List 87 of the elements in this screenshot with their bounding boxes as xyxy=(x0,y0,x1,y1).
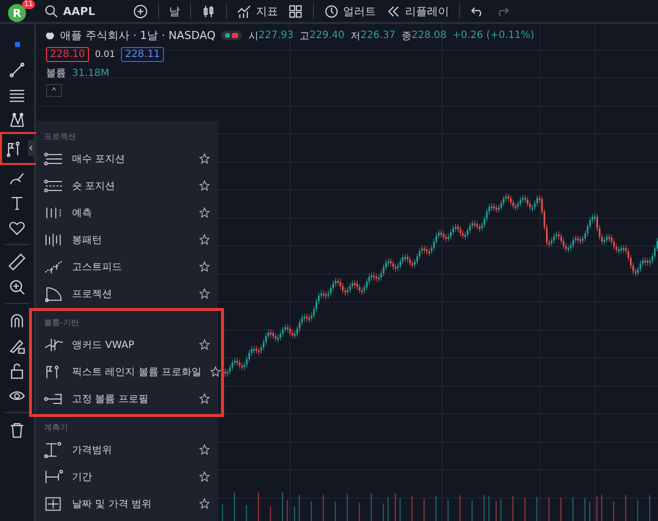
position-icon xyxy=(44,178,64,194)
buy-price[interactable]: 228.11 xyxy=(121,47,164,62)
menu-item-label: 매수 포지션 xyxy=(72,152,126,166)
apple-icon xyxy=(46,31,54,40)
section-header: 프로젝션 xyxy=(43,131,77,143)
date-range-icon xyxy=(44,468,64,484)
interval-button[interactable]: 날 xyxy=(169,4,180,18)
chart-type-button[interactable] xyxy=(201,4,216,18)
menu-item-label: 고스트피드 xyxy=(72,260,123,274)
sell-price[interactable]: 228.10 xyxy=(46,47,89,62)
menu-item[interactable]: 고스트피드 xyxy=(36,253,218,280)
alert-button[interactable]: 얼러트 xyxy=(324,4,376,18)
ohlc-label: 종 xyxy=(401,30,412,42)
star-icon[interactable] xyxy=(199,498,210,509)
volume-profile-icon xyxy=(44,390,64,406)
layout-button[interactable] xyxy=(288,4,304,18)
collapse-button[interactable]: ^ xyxy=(46,84,62,97)
rewind-icon xyxy=(386,4,402,18)
ohlc-label: 저 xyxy=(350,30,360,42)
star-icon[interactable] xyxy=(199,471,210,482)
star-icon[interactable] xyxy=(199,180,210,191)
ohlc-label: 시 xyxy=(248,30,258,42)
price-change: +0.26 (+0.11%) xyxy=(452,30,534,41)
star-icon[interactable] xyxy=(199,288,210,299)
indicators-button[interactable]: 지표 xyxy=(237,4,278,18)
ohlc-value: 227.93 xyxy=(258,30,294,41)
pattern-icon xyxy=(8,110,26,128)
ohlc-value: 226.37 xyxy=(360,30,396,41)
star-icon[interactable] xyxy=(199,444,210,455)
menu-item-label: 숏 포지션 xyxy=(72,180,116,192)
star-icon[interactable] xyxy=(199,339,210,350)
ghost-feed-icon xyxy=(44,258,64,274)
lock-icon xyxy=(8,362,26,380)
star-icon[interactable] xyxy=(199,153,210,164)
star-icon[interactable] xyxy=(199,261,210,272)
ruler-icon xyxy=(8,252,26,270)
menu-item[interactable]: 가격범위 xyxy=(36,436,218,463)
menu-item[interactable]: 앵커드 VWAP xyxy=(36,331,218,358)
grid-icon xyxy=(288,4,304,18)
symbol-title: 애플 주식회사 · 1날 · NASDAQ xyxy=(60,28,216,43)
menu-item-label: 기간 xyxy=(72,470,93,484)
menu-item[interactable]: 봉패턴 xyxy=(36,226,218,253)
search-icon xyxy=(44,4,59,18)
ohlc-value: 228.08 xyxy=(411,30,446,41)
volume-label: 볼륨 xyxy=(46,67,66,80)
star-icon[interactable] xyxy=(210,366,221,377)
add-symbol-button[interactable] xyxy=(133,4,148,18)
menu-item[interactable]: 픽스트 레인지 볼륨 프로화일 xyxy=(36,358,218,385)
section-header: 볼륨-기반 xyxy=(43,317,80,329)
alarm-clock-icon xyxy=(324,4,340,18)
star-icon[interactable] xyxy=(199,207,210,218)
menu-item-label: 앵커드 VWAP xyxy=(72,338,136,352)
spread: 0.01 xyxy=(95,50,116,60)
zoom-icon xyxy=(8,278,26,296)
menu-item[interactable]: 숏 포지션 xyxy=(36,172,218,199)
symbol-search[interactable]: AAPL xyxy=(44,4,96,18)
trash-icon xyxy=(8,420,26,438)
menu-item-label: 픽스트 레인지 볼륨 프로화일 xyxy=(72,366,202,378)
menu-item[interactable]: 프로젝션 xyxy=(36,280,218,307)
replay-button[interactable]: 리플레이 xyxy=(386,4,450,18)
menu-item-label: 봉패턴 xyxy=(72,234,103,246)
price-range-icon xyxy=(44,442,64,458)
candles-icon xyxy=(201,4,216,18)
star-icon[interactable] xyxy=(199,393,210,404)
menu-item[interactable]: 날짜 및 가격 범위 xyxy=(36,490,218,517)
plus-icon xyxy=(133,4,148,18)
menu-item[interactable]: 매수 포지션 xyxy=(36,145,218,172)
trendline-icon xyxy=(8,60,26,78)
arc-icon xyxy=(44,286,64,302)
menu-item-label: 날짜 및 가격 범위 xyxy=(72,498,153,510)
menu-item[interactable]: 기간 xyxy=(36,463,218,490)
star-icon[interactable] xyxy=(199,234,210,245)
menu-item-label: 고정 볼륨 프로필 xyxy=(72,392,150,406)
menu-item[interactable]: 예측 xyxy=(36,199,218,226)
market-status xyxy=(221,31,242,40)
vwap-icon xyxy=(44,336,64,352)
menu-item[interactable]: 고정 볼륨 프로필 xyxy=(36,385,218,412)
volume-value: 31.18M xyxy=(72,68,110,78)
menu-item-label: 예측 xyxy=(72,206,93,220)
section-header: 계측기 xyxy=(43,422,69,434)
menu-item-label: 가격범위 xyxy=(72,444,113,456)
chart-line-icon xyxy=(237,4,252,18)
ohlc-value: 229.40 xyxy=(309,30,344,41)
menu-item-label: 프로젝션 xyxy=(72,288,113,300)
magnet-icon xyxy=(8,312,26,330)
position-icon xyxy=(44,150,64,166)
ohlc-label: 고 xyxy=(299,30,310,42)
